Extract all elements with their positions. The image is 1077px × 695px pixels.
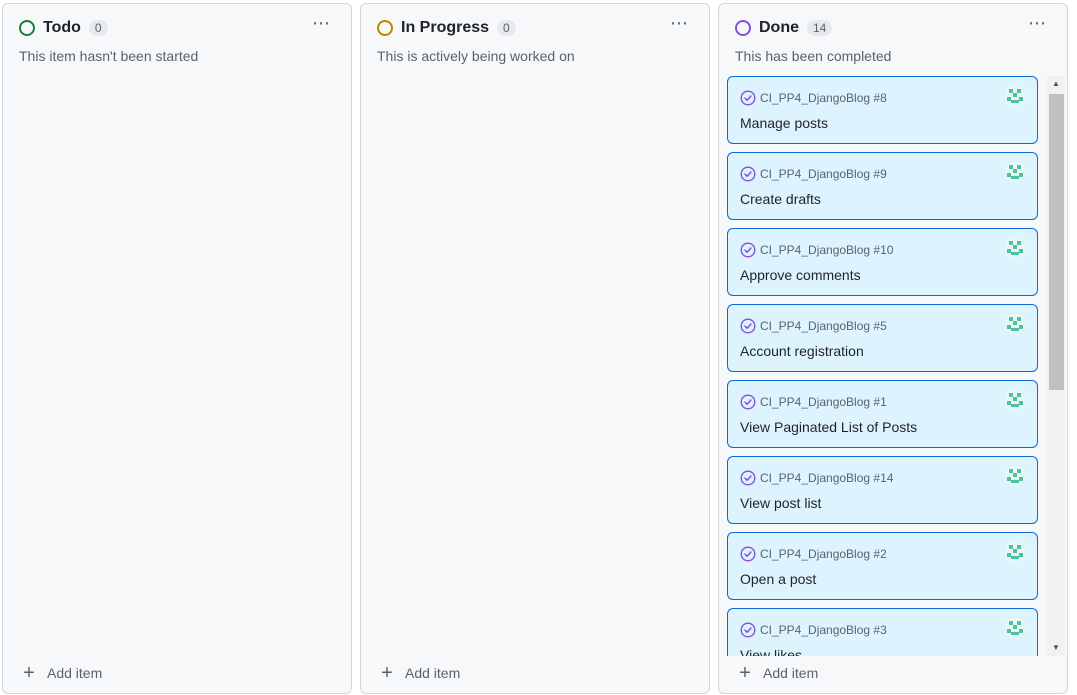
column-description: This has been completed [735, 48, 892, 64]
assignee-avatar-icon[interactable] [1005, 618, 1025, 638]
closed-issue-check-icon [740, 166, 756, 182]
column-todo: Todo 0 ⋯ This item hasn't been started +… [2, 3, 352, 694]
in-progress-status-icon [377, 20, 393, 36]
column-description: This item hasn't been started [19, 48, 199, 64]
column-more-options-icon[interactable]: ⋯ [312, 14, 331, 32]
card-title[interactable]: Account registration [740, 343, 864, 359]
assignee-avatar-icon[interactable] [1005, 314, 1025, 334]
card-repo-ref-text: CI_PP4_DjangoBlog #10 [760, 243, 894, 257]
card-repo-ref[interactable]: CI_PP4_DjangoBlog #14 [740, 470, 893, 486]
assignee-avatar-icon[interactable] [1005, 162, 1025, 182]
card-title[interactable]: View likes [740, 647, 802, 656]
assignee-avatar-icon[interactable] [1005, 238, 1025, 258]
card-title[interactable]: Manage posts [740, 115, 828, 131]
card-repo-ref-text: CI_PP4_DjangoBlog #3 [760, 623, 887, 637]
column-header: In Progress 0 [377, 17, 516, 39]
todo-status-icon [19, 20, 35, 36]
card-title[interactable]: View post list [740, 495, 821, 511]
add-item-label: Add item [405, 665, 461, 681]
column-title: Todo [43, 19, 81, 36]
closed-issue-check-icon [740, 242, 756, 258]
plus-icon: + [23, 662, 35, 684]
card-repo-ref-text: CI_PP4_DjangoBlog #1 [760, 395, 887, 409]
card-repo-ref-text: CI_PP4_DjangoBlog #9 [760, 167, 887, 181]
column-count-badge: 14 [807, 20, 833, 36]
issue-card[interactable]: CI_PP4_DjangoBlog #8 Manage posts [727, 76, 1038, 144]
issue-card[interactable]: CI_PP4_DjangoBlog #5 Account registration [727, 304, 1038, 372]
plus-icon: + [381, 662, 393, 684]
scroll-thumb[interactable] [1049, 94, 1064, 390]
closed-issue-check-icon [740, 90, 756, 106]
closed-issue-check-icon [740, 394, 756, 410]
column-header: Todo 0 [19, 17, 108, 39]
scroll-down-arrow-icon[interactable]: ▼ [1047, 640, 1065, 656]
card-repo-ref[interactable]: CI_PP4_DjangoBlog #10 [740, 242, 893, 258]
assignee-avatar-icon[interactable] [1005, 390, 1025, 410]
plus-icon: + [739, 662, 751, 684]
closed-issue-check-icon [740, 470, 756, 486]
closed-issue-check-icon [740, 318, 756, 334]
column-title: In Progress [401, 19, 490, 36]
column-more-options-icon[interactable]: ⋯ [1028, 14, 1047, 32]
card-repo-ref-text: CI_PP4_DjangoBlog #8 [760, 91, 887, 105]
issue-card[interactable]: CI_PP4_DjangoBlog #3 View likes [727, 608, 1038, 656]
add-item-label: Add item [763, 665, 819, 681]
add-item-button[interactable]: + Add item [737, 662, 819, 684]
column-header: Done 14 [735, 17, 833, 39]
card-repo-ref-text: CI_PP4_DjangoBlog #14 [760, 471, 894, 485]
cards-scrollbar[interactable]: ▲ ▼ [1047, 76, 1065, 656]
card-title[interactable]: Open a post [740, 571, 816, 587]
add-item-button[interactable]: + Add item [379, 662, 461, 684]
assignee-avatar-icon[interactable] [1005, 466, 1025, 486]
card-repo-ref-text: CI_PP4_DjangoBlog #5 [760, 319, 887, 333]
card-repo-ref[interactable]: CI_PP4_DjangoBlog #9 [740, 166, 887, 182]
closed-issue-check-icon [740, 622, 756, 638]
issue-card[interactable]: CI_PP4_DjangoBlog #1 View Paginated List … [727, 380, 1038, 448]
done-status-icon [735, 20, 751, 36]
add-item-label: Add item [47, 665, 103, 681]
issue-card[interactable]: CI_PP4_DjangoBlog #2 Open a post [727, 532, 1038, 600]
column-in-progress: In Progress 0 ⋯ This is actively being w… [360, 3, 710, 694]
card-list: CI_PP4_DjangoBlog #8 Manage posts CI_PP4_D… [727, 76, 1039, 656]
card-repo-ref[interactable]: CI_PP4_DjangoBlog #2 [740, 546, 887, 562]
card-repo-ref[interactable]: CI_PP4_DjangoBlog #3 [740, 622, 887, 638]
card-title[interactable]: View Paginated List of Posts [740, 419, 917, 435]
closed-issue-check-icon [740, 546, 756, 562]
issue-card[interactable]: CI_PP4_DjangoBlog #14 View post list [727, 456, 1038, 524]
card-repo-ref[interactable]: CI_PP4_DjangoBlog #8 [740, 90, 887, 106]
column-done: Done 14 ⋯ This has been completed CI_PP4… [718, 3, 1068, 694]
card-title[interactable]: Create drafts [740, 191, 821, 207]
column-more-options-icon[interactable]: ⋯ [670, 14, 689, 32]
issue-card[interactable]: CI_PP4_DjangoBlog #10 Approve comments [727, 228, 1038, 296]
column-title: Done [759, 19, 799, 36]
issue-card[interactable]: CI_PP4_DjangoBlog #9 Create drafts [727, 152, 1038, 220]
card-repo-ref-text: CI_PP4_DjangoBlog #2 [760, 547, 887, 561]
assignee-avatar-icon[interactable] [1005, 86, 1025, 106]
card-title[interactable]: Approve comments [740, 267, 861, 283]
column-description: This is actively being worked on [377, 48, 575, 64]
card-repo-ref[interactable]: CI_PP4_DjangoBlog #1 [740, 394, 887, 410]
assignee-avatar-icon[interactable] [1005, 542, 1025, 562]
card-repo-ref[interactable]: CI_PP4_DjangoBlog #5 [740, 318, 887, 334]
scroll-up-arrow-icon[interactable]: ▲ [1047, 76, 1065, 92]
column-count-badge: 0 [497, 20, 516, 36]
column-count-badge: 0 [88, 20, 108, 36]
add-item-button[interactable]: + Add item [21, 662, 103, 684]
